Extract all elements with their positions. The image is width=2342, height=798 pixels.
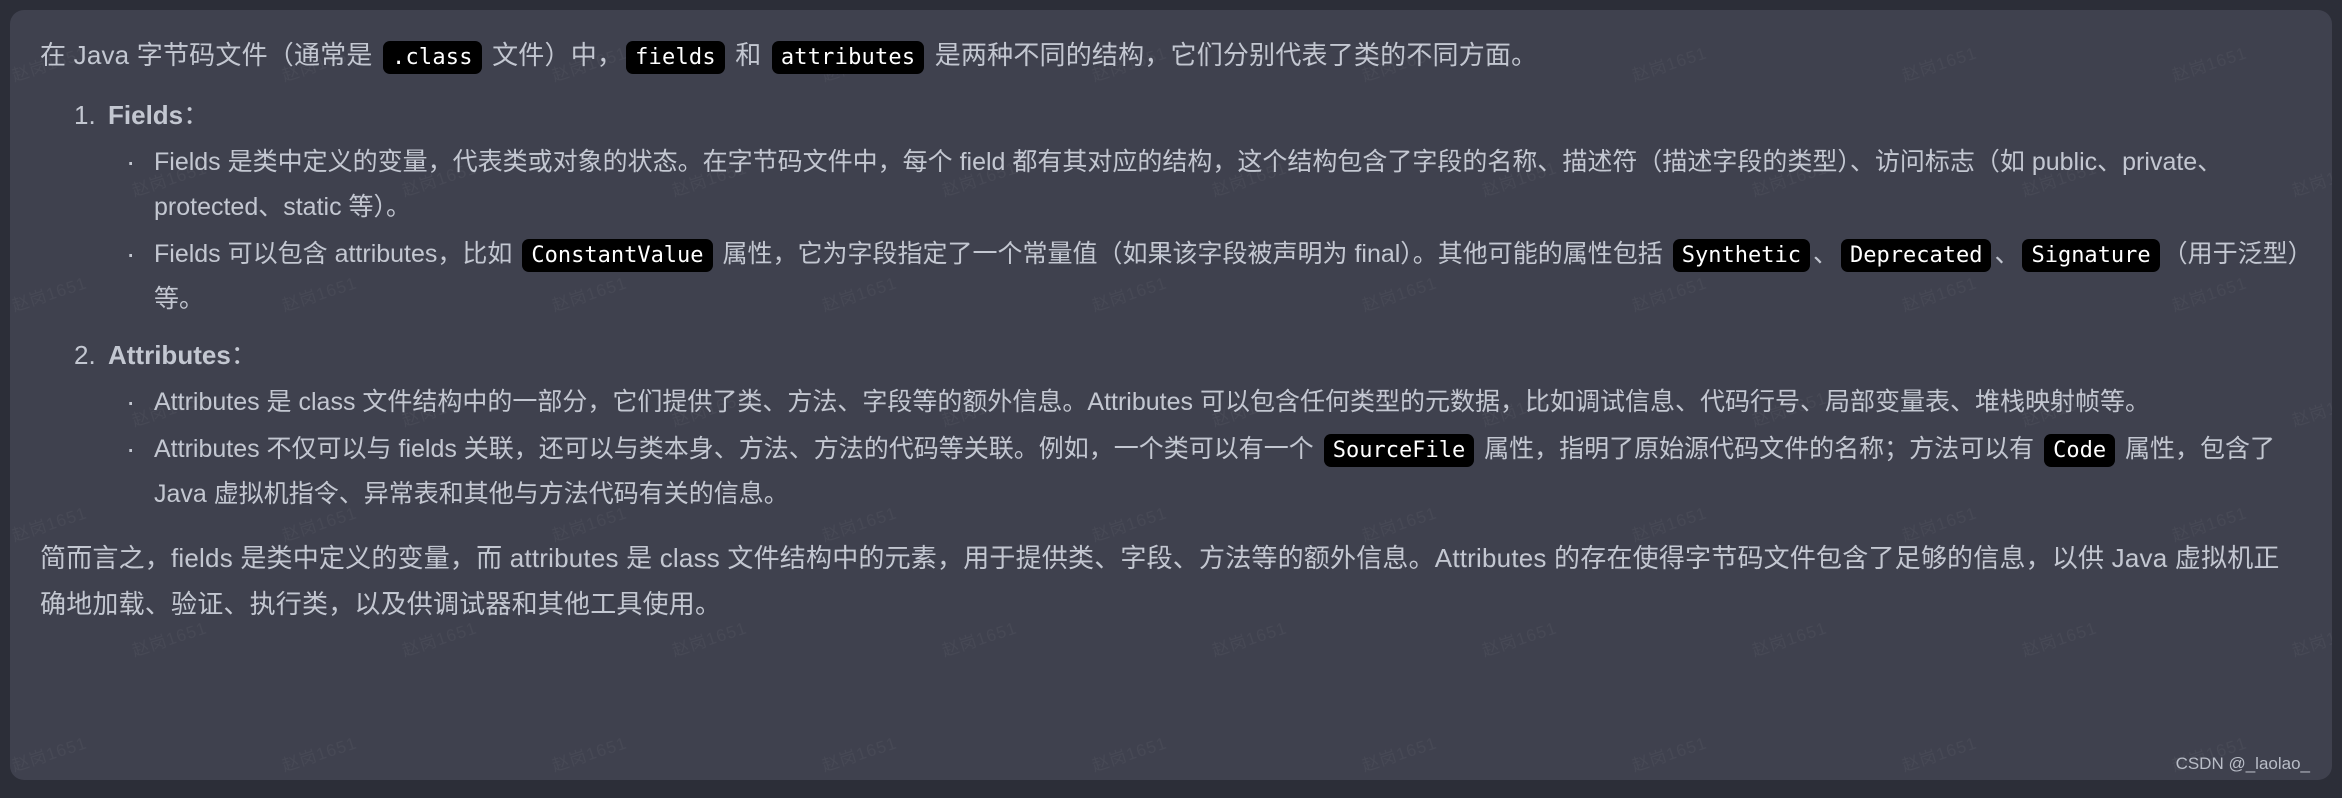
- code-chip-constantvalue: ConstantValue: [522, 239, 713, 272]
- section-heading-suffix: ：: [230, 340, 257, 370]
- bullet-list: Attributes 是 class 文件结构中的一部分，它们提供了类、方法、字…: [108, 379, 2302, 517]
- code-chip-signature: Signature: [2022, 239, 2160, 272]
- watermark-text: 赵岗1651: [1088, 729, 1170, 777]
- section-heading: Fields：: [74, 92, 210, 138]
- watermark-text: 赵岗1651: [278, 729, 360, 777]
- watermark-text: 赵岗1651: [1628, 729, 1710, 777]
- answer-card: 赵岗1651 赵岗1651 赵岗1651 赵岗1651 赵岗1651 赵岗1651 赵岗16…: [10, 10, 2332, 780]
- code-chip-sourcefile: SourceFile: [1323, 434, 1475, 467]
- code-chip-attributes: attributes: [771, 41, 925, 74]
- code-chip-code: Code: [2044, 434, 2116, 467]
- bullet-text: 属性，指明了原始源代码文件的名称；方法可以有: [1477, 435, 2042, 463]
- bullet-item: Fields 可以包含 attributes，比如 ConstantValue …: [126, 231, 2302, 322]
- intro-text-2: 文件）中，: [484, 40, 624, 70]
- summary-paragraph: 简而言之，fields 是类中定义的变量，而 attributes 是 clas…: [40, 543, 2280, 619]
- intro-text-1: 在 Java 字节码文件（通常是: [40, 40, 380, 70]
- csdn-attribution: CSDN @_laolao_: [2175, 754, 2310, 773]
- intro-text-3: 和: [727, 40, 769, 70]
- section-item: Attributes： Attributes 是 class 文件结构中的一部分，…: [74, 332, 2302, 517]
- bullet-text: 属性，它为字段指定了一个常量值（如果该字段被声明为 final）。其他可能的属性…: [715, 240, 1670, 268]
- bullet-item: Fields 是类中定义的变量，代表类或对象的状态。在字节码文件中，每个 fie…: [126, 139, 2302, 230]
- code-chip-deprecated: Deprecated: [1840, 239, 1992, 272]
- watermark-text: 赵岗1651: [10, 729, 90, 777]
- code-chip-class: .class: [383, 41, 482, 74]
- bullet-item: Attributes 不仅可以与 fields 关联，还可以与类本身、方法、方法…: [126, 426, 2302, 517]
- bullet-text: Fields 是类中定义的变量，代表类或对象的状态。在字节码文件中，每个 fie…: [154, 148, 2223, 221]
- watermark-text: 赵岗1651: [1358, 729, 1440, 777]
- watermark-text: 赵岗1651: [548, 729, 630, 777]
- bullet-item: Attributes 是 class 文件结构中的一部分，它们提供了类、方法、字…: [126, 379, 2302, 425]
- section-heading-suffix: ：: [183, 100, 210, 130]
- code-chip-fields: fields: [626, 41, 725, 74]
- screen: 赵岗1651 赵岗1651 赵岗1651 赵岗1651 赵岗1651 赵岗1651 赵岗16…: [0, 0, 2342, 798]
- section-heading: Attributes：: [74, 332, 257, 378]
- bullet-text: Attributes 是 class 文件结构中的一部分，它们提供了类、方法、字…: [154, 388, 2150, 416]
- bullet-text: Attributes 不仅可以与 fields 关联，还可以与类本身、方法、方法…: [154, 435, 1321, 463]
- section-item: Fields： Fields 是类中定义的变量，代表类或对象的状态。在字节码文件中…: [74, 92, 2302, 322]
- card-content: 在 Java 字节码文件（通常是 .class 文件）中， fields 和 at…: [40, 32, 2302, 627]
- code-chip-synthetic: Synthetic: [1672, 239, 1810, 272]
- watermark-text: 赵岗1651: [1898, 729, 1980, 777]
- bullet-text: 、: [1994, 240, 2020, 268]
- watermark-text: 赵岗1651: [818, 729, 900, 777]
- bullet-list: Fields 是类中定义的变量，代表类或对象的状态。在字节码文件中，每个 fie…: [108, 139, 2302, 322]
- intro-paragraph: 在 Java 字节码文件（通常是 .class 文件）中， fields 和 at…: [40, 32, 2302, 78]
- bullet-text: Fields 可以包含 attributes，比如: [154, 240, 520, 268]
- numbered-section-list: Fields： Fields 是类中定义的变量，代表类或对象的状态。在字节码文件中…: [40, 92, 2302, 517]
- bullet-text: 、: [1812, 240, 1838, 268]
- intro-text-4: 是两种不同的结构，它们分别代表了类的不同方面。: [927, 40, 1538, 70]
